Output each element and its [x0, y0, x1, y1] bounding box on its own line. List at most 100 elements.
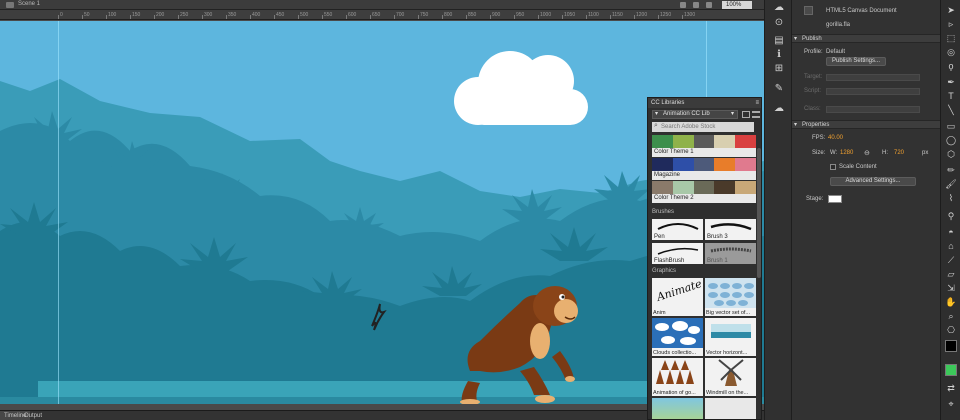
brush-item[interactable]: FlashBrush [652, 243, 703, 264]
camera-tool-icon[interactable]: ⎔ [945, 324, 957, 336]
target-field[interactable] [826, 74, 920, 81]
ruler-tick-label: 1050 [564, 12, 576, 18]
cc-libraries-active-icon[interactable]: ☁ [773, 102, 785, 114]
scale-content-checkbox[interactable] [830, 164, 836, 170]
color-theme-item[interactable]: Magazine [652, 158, 756, 180]
zoom-select[interactable]: 100% [722, 1, 752, 9]
ruler-tick-label: 1150 [612, 12, 623, 18]
list-view-icon[interactable] [752, 111, 760, 118]
class-label: Class: [804, 106, 821, 112]
height-value[interactable]: 720 [894, 150, 904, 156]
brush-item[interactable]: Brush 3 [705, 219, 756, 240]
properties-section-header[interactable]: Properties [792, 120, 940, 129]
scene-icon[interactable] [6, 2, 14, 8]
graphic-name: Anim [653, 310, 666, 316]
graphic-thumbnail [705, 398, 756, 419]
center-stage-icon[interactable] [693, 2, 699, 8]
transform-tool-icon[interactable]: ⬚ [945, 32, 957, 44]
align-icon[interactable]: ▤ [773, 34, 785, 46]
stock-search-input[interactable]: Search Adobe Stock [652, 121, 754, 132]
class-field[interactable] [826, 106, 920, 113]
color-theme-item[interactable]: Color Theme 2 [652, 181, 756, 203]
snap-icon[interactable]: ⌖ [945, 398, 957, 410]
subselection-tool-icon[interactable]: ▹ [945, 18, 957, 30]
edit-symbols-icon[interactable] [680, 2, 686, 8]
hand-tool-icon[interactable]: ✋ [945, 296, 957, 308]
grid-view-icon[interactable] [742, 111, 750, 118]
ruler-tick-label: 700 [396, 12, 405, 18]
paint-bucket-tool-icon[interactable]: ◓ [945, 226, 957, 238]
3d-rotation-tool-icon[interactable]: ◎ [945, 46, 957, 58]
graphic-item[interactable]: Clouds collectio... [652, 318, 703, 356]
line-tool-icon[interactable]: ╲ [945, 104, 957, 116]
stage-color-swatch[interactable] [828, 195, 842, 203]
bone-tool-icon[interactable]: ⚲ [945, 210, 957, 222]
paint-brush-tool-icon[interactable]: ⌇ [945, 192, 957, 204]
stroke-color-icon[interactable] [945, 340, 957, 352]
cc-libraries-panel: CC Libraries ≡ Animation CC Lib Search A… [647, 97, 762, 420]
ink-bottle-tool-icon[interactable]: ⌂ [945, 240, 957, 252]
stage-label: Stage: [806, 196, 824, 202]
eyedropper-tool-icon[interactable]: ⟋ [945, 254, 957, 266]
ruler-tick-label: 650 [372, 12, 381, 18]
color-swatch [735, 158, 756, 171]
width-value[interactable]: 1280 [840, 150, 853, 156]
cc-libraries-header: CC Libraries ≡ [648, 98, 761, 108]
transform-icon[interactable]: ⊞ [773, 62, 785, 74]
graphic-item[interactable]: Animate Anim [652, 278, 703, 316]
publish-section-header[interactable]: Publish [792, 34, 940, 43]
size-unit: px [922, 150, 929, 156]
color-theme-swatches [652, 158, 756, 171]
link-icon[interactable]: ⊖ [864, 149, 870, 157]
scene-label[interactable]: Scene 1 [18, 1, 40, 7]
color-theme-item[interactable]: Color Theme 1 [652, 135, 756, 157]
fill-color-icon[interactable] [945, 364, 957, 376]
info-icon[interactable]: ℹ [773, 48, 785, 60]
library-scrollbar[interactable] [757, 148, 761, 278]
zoom-tool-icon[interactable]: ⌕ [945, 310, 957, 322]
ruler-tick-label: 500 [300, 12, 309, 18]
cc-libraries-icon[interactable]: ☁ [773, 1, 785, 13]
gorilla-frames-art [656, 360, 694, 384]
pen-tool-icon[interactable]: ✒ [945, 76, 957, 88]
graphic-item[interactable] [652, 398, 703, 419]
swap-colors-icon[interactable]: ⇄ [945, 382, 957, 394]
library-select[interactable]: Animation CC Lib [652, 110, 738, 119]
publish-settings-button[interactable]: Publish Settings... [826, 57, 886, 66]
brush-item[interactable]: Pen [652, 219, 703, 240]
graphic-item[interactable]: Windmill on the... [705, 358, 756, 396]
color-swatch [714, 135, 736, 148]
ruler-tick-label: 1300 [684, 12, 696, 18]
ruler-tick-label: 100 [108, 12, 117, 18]
oval-tool-icon[interactable]: ◯ [945, 134, 957, 146]
brush-name: Brush 3 [707, 234, 728, 240]
pencil-tool-icon[interactable]: ✏ [945, 164, 957, 176]
fps-value[interactable]: 40.00 [828, 135, 843, 141]
advanced-settings-button[interactable]: Advanced Settings... [830, 177, 916, 186]
output-icon[interactable]: ⊙ [773, 16, 785, 28]
brush-tool-icon[interactable]: 🖌 [945, 178, 957, 190]
graphic-thumbnail: Animate [652, 278, 703, 308]
clip-icon[interactable] [706, 2, 712, 8]
width-tool-icon[interactable]: ⇲ [945, 282, 957, 294]
script-field[interactable] [826, 88, 920, 95]
selection-tool-icon[interactable]: ➤ [945, 4, 957, 16]
polystar-tool-icon[interactable]: ⬡ [945, 148, 957, 160]
graphic-item[interactable] [705, 398, 756, 419]
panel-menu-icon[interactable]: ≡ [755, 98, 759, 108]
graphic-item[interactable]: Animation of go... [652, 358, 703, 396]
color-swatch [714, 158, 736, 171]
graphic-item[interactable]: Big vector set of... [705, 278, 756, 316]
brush-name: FlashBrush [654, 258, 685, 264]
ruler-tick-label: 900 [492, 12, 501, 18]
eraser-tool-icon[interactable]: ▱ [945, 268, 957, 280]
lasso-tool-icon[interactable]: ϙ [945, 60, 957, 72]
rectangle-tool-icon[interactable]: ▭ [945, 120, 957, 132]
ruler-tick-mark [58, 15, 59, 19]
graphic-item[interactable]: Vector horizont... [705, 318, 756, 356]
brush-item[interactable]: Brush 1 [705, 243, 756, 264]
text-tool-icon[interactable]: T [945, 90, 957, 102]
ruler-tick-label: 600 [348, 12, 357, 18]
tab-output[interactable]: Output [20, 411, 46, 420]
color-icon[interactable]: ✎ [773, 82, 785, 94]
